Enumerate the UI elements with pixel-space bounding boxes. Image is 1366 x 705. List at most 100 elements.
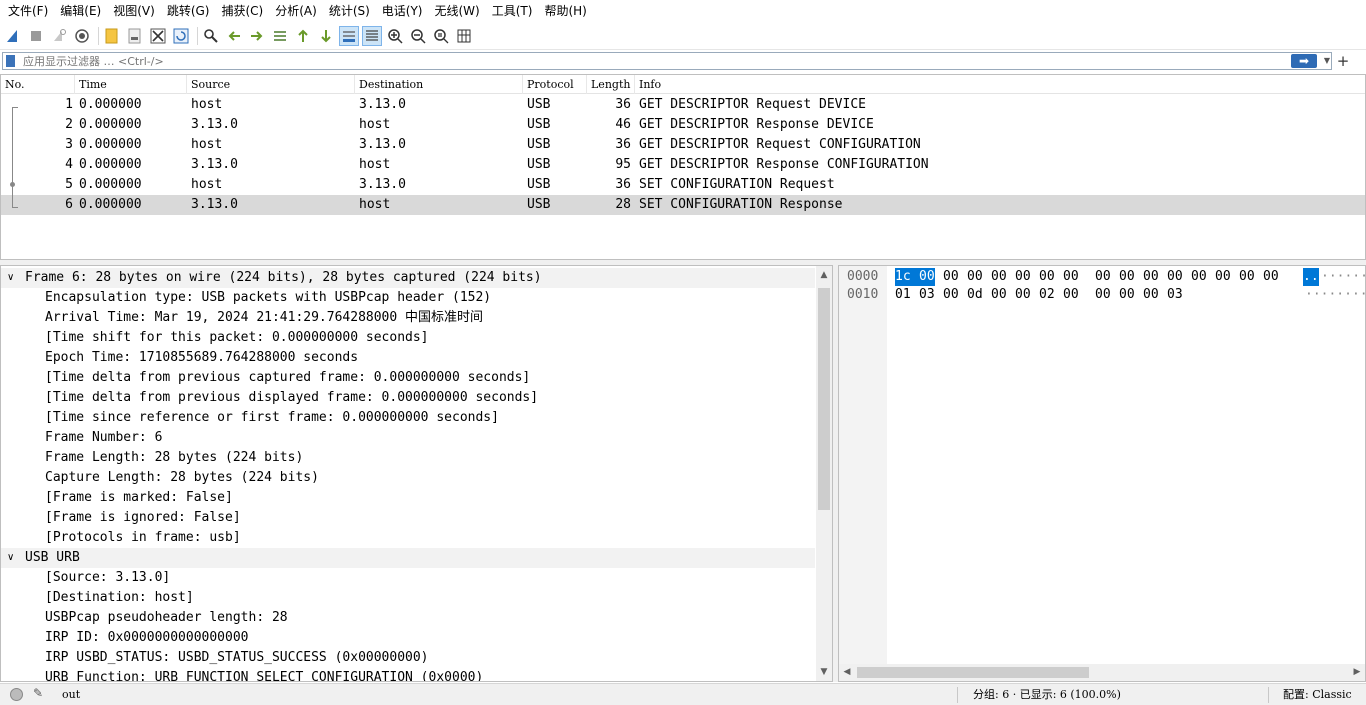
details-tree-item[interactable]: [Time since reference or first frame: 0.… (1, 408, 815, 428)
details-tree-header[interactable]: ∨ USB URB (1, 548, 815, 568)
details-tree-item[interactable]: Arrival Time: Mar 19, 2024 21:41:29.7642… (1, 308, 815, 328)
hex-byte[interactable]: 02 (1039, 286, 1055, 304)
restart-icon[interactable] (49, 26, 69, 46)
open-file-icon[interactable] (102, 26, 122, 46)
status-profile[interactable]: 配置: Classic (1283, 684, 1352, 705)
hex-byte[interactable]: 00 (1063, 268, 1079, 286)
capture-comment-icon[interactable]: ✎ (33, 686, 43, 700)
add-filter-button[interactable]: + (1336, 51, 1350, 71)
hex-byte[interactable]: 03 (919, 286, 935, 304)
menu-item-4[interactable]: 捕获(C) (215, 0, 269, 23)
hex-byte[interactable]: 00 (1015, 268, 1031, 286)
bytes-scroll-thumb[interactable] (857, 667, 1089, 678)
details-tree-item[interactable]: [Time delta from previous captured frame… (1, 368, 815, 388)
first-packet-icon[interactable] (293, 26, 313, 46)
close-file-icon[interactable] (148, 26, 168, 46)
details-tree-item[interactable]: [Time shift for this packet: 0.000000000… (1, 328, 815, 348)
details-tree-item[interactable]: [Frame is marked: False] (1, 488, 815, 508)
hex-byte[interactable]: 00 (1039, 268, 1055, 286)
last-packet-icon[interactable] (316, 26, 336, 46)
reload-icon[interactable] (171, 26, 191, 46)
column-header-length[interactable]: Length (587, 75, 635, 94)
hex-byte[interactable]: 00 (1215, 268, 1231, 286)
chevron-down-icon[interactable]: ▼ (1321, 53, 1333, 69)
hex-byte[interactable]: 00 (1119, 286, 1135, 304)
bookmark-icon[interactable] (6, 55, 15, 67)
details-scroll-thumb[interactable] (818, 288, 830, 510)
hex-byte[interactable]: 00 (1143, 286, 1159, 304)
go-to-packet-icon[interactable] (270, 26, 290, 46)
go-forward-icon[interactable] (247, 26, 267, 46)
shark-fin-start-icon[interactable] (3, 26, 23, 46)
hex-byte[interactable]: 00 (1191, 268, 1207, 286)
stop-icon[interactable] (26, 26, 46, 46)
hex-byte[interactable]: 00 (1063, 286, 1079, 304)
capture-options-icon[interactable] (72, 26, 92, 46)
details-tree-item[interactable]: Epoch Time: 1710855689.764288000 seconds (1, 348, 815, 368)
menu-item-8[interactable]: 无线(W) (429, 0, 486, 23)
details-tree-item[interactable]: [Time delta from previous displayed fram… (1, 388, 815, 408)
packet-row[interactable]: 3 0.000000 host 3.13.0 USB 36 GET DESCRIPTOR R… (1, 135, 1365, 155)
hex-ascii[interactable]: ······ (1321, 268, 1365, 286)
menu-item-1[interactable]: 编辑(E) (54, 0, 107, 23)
column-header-source[interactable]: Source (187, 75, 355, 94)
hex-byte[interactable]: 00 (1095, 286, 1111, 304)
resize-columns-icon[interactable] (454, 26, 474, 46)
zoom-out-icon[interactable] (408, 26, 428, 46)
apply-filter-icon[interactable]: ➡ (1291, 54, 1317, 68)
expert-info-icon[interactable] (10, 688, 23, 701)
hex-byte[interactable]: 0d (967, 286, 983, 304)
details-tree-header[interactable]: ∨ Frame 6: 28 bytes on wire (224 bits), 2… (1, 268, 815, 288)
hex-byte[interactable]: 03 (1167, 286, 1183, 304)
menu-item-3[interactable]: 跳转(G) (161, 0, 216, 23)
packet-row[interactable]: 4 0.000000 3.13.0 host USB 95 GET DESCRIPTOR R… (1, 155, 1365, 175)
packet-row[interactable]: 1 0.000000 host 3.13.0 USB 36 GET DESCRIPTOR R… (1, 95, 1365, 115)
column-header-protocol[interactable]: Protocol (523, 75, 587, 94)
hex-byte[interactable]: 00 (1167, 268, 1183, 286)
bytes-horizontal-scrollbar[interactable]: ◀ ▶ (839, 664, 1365, 681)
packet-row[interactable]: 6 0.000000 3.13.0 host USB 28 SET CONFIGURATIO… (1, 195, 1365, 215)
hex-byte[interactable]: 00 (967, 268, 983, 286)
hex-byte[interactable]: 00 (1143, 268, 1159, 286)
packet-row[interactable]: 2 0.000000 3.13.0 host USB 46 GET DESCRIPTOR R… (1, 115, 1365, 135)
auto-scroll-icon[interactable] (339, 26, 359, 46)
menu-item-0[interactable]: 文件(F) (2, 0, 54, 23)
details-vertical-scrollbar[interactable]: ▲ ▼ (816, 266, 832, 681)
chevron-down-icon[interactable]: ∨ (7, 268, 14, 288)
hex-byte[interactable]: 00 (1239, 268, 1255, 286)
details-tree-item[interactable]: USBPcap pseudoheader length: 28 (1, 608, 815, 628)
hex-ascii-selected[interactable]: .. (1303, 268, 1319, 286)
details-tree-item[interactable]: Capture Length: 28 bytes (224 bits) (1, 468, 815, 488)
menu-item-9[interactable]: 工具(T) (486, 0, 539, 23)
menu-item-2[interactable]: 视图(V) (107, 0, 161, 23)
details-tree-item[interactable]: Frame Length: 28 bytes (224 bits) (1, 448, 815, 468)
packet-row[interactable]: 5 0.000000 host 3.13.0 USB 36 SET CONFIGURATIO… (1, 175, 1365, 195)
hex-byte[interactable]: 00 (919, 268, 935, 286)
hex-byte[interactable]: 00 (1119, 268, 1135, 286)
hex-byte[interactable]: 01 (895, 286, 911, 304)
column-header-time[interactable]: Time (75, 75, 187, 94)
hex-byte[interactable]: 00 (1015, 286, 1031, 304)
hex-byte[interactable]: 00 (943, 268, 959, 286)
scroll-right-icon[interactable]: ▶ (1349, 664, 1365, 681)
column-header-info[interactable]: Info (635, 75, 1365, 94)
scroll-up-icon[interactable]: ▲ (816, 266, 832, 284)
normal-size-icon[interactable] (431, 26, 451, 46)
menu-item-10[interactable]: 帮助(H) (538, 0, 592, 23)
details-tree-item[interactable]: [Frame is ignored: False] (1, 508, 815, 528)
file-set-icon[interactable] (125, 26, 145, 46)
hex-ascii[interactable]: ········ (1305, 286, 1365, 304)
hex-byte[interactable]: 00 (991, 268, 1007, 286)
colorize-icon[interactable] (362, 26, 382, 46)
details-tree-item[interactable]: [Protocols in frame: usb] (1, 528, 815, 548)
details-tree-item[interactable]: Frame Number: 6 (1, 428, 815, 448)
details-tree-item[interactable]: URB Function: URB_FUNCTION_SELECT_CONFIG… (1, 668, 815, 681)
menu-item-7[interactable]: 电话(Y) (376, 0, 429, 23)
zoom-in-icon[interactable] (385, 26, 405, 46)
menu-item-5[interactable]: 分析(A) (269, 0, 323, 23)
column-header-destination[interactable]: Destination (355, 75, 523, 94)
details-tree-item[interactable]: IRP ID: 0x0000000000000000 (1, 628, 815, 648)
hex-byte[interactable]: 00 (943, 286, 959, 304)
display-filter-input[interactable] (23, 53, 1283, 69)
hex-byte[interactable]: 00 (991, 286, 1007, 304)
